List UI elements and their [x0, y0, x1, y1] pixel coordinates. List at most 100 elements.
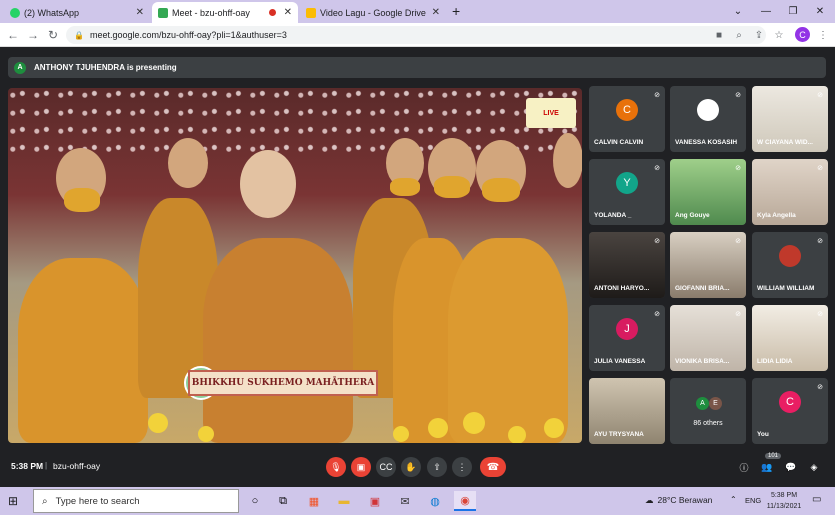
meet-icon	[158, 7, 168, 18]
menu-kebab-icon[interactable]: ⋮	[814, 26, 832, 44]
present-button[interactable]: ⇧	[427, 457, 447, 477]
participant-tile[interactable]: ⊘ GIOFANNI BRIA...	[670, 232, 746, 298]
participant-count-badge: 101	[765, 453, 782, 459]
windows-start-icon[interactable]: ⊞	[8, 494, 18, 508]
avatar: C	[779, 391, 801, 413]
mail-icon[interactable]: ✉	[394, 491, 416, 511]
participant-name: WILLIAM WILLIAM	[757, 285, 815, 292]
participant-tile[interactable]: ⊘ LIDIA LIDIA	[752, 305, 828, 371]
clock-time: 5:38 PM	[770, 492, 798, 499]
main-presentation-video[interactable]: LIVE BHIKKHU SUKHEMO MAHĀTHERA	[8, 88, 582, 443]
participant-tile[interactable]: ⊘ ANTONI HARYO...	[589, 232, 665, 298]
monk-head	[240, 150, 296, 218]
participant-tile[interactable]: ⊘ WILLIAM WILLIAM	[752, 232, 828, 298]
back-icon[interactable]: ←	[4, 26, 22, 44]
taskbar-clock[interactable]: 5:38 PM 11/13/2021	[765, 490, 803, 512]
language-indicator[interactable]: ENG	[745, 496, 761, 505]
weather-text: 28°C Berawan	[657, 495, 713, 505]
participant-tile[interactable]: ⊘ J JULIA VANESSA	[589, 305, 665, 371]
more-icon: ⋮	[457, 461, 467, 472]
drive-icon	[306, 7, 316, 18]
maximize-icon[interactable]: ❐	[779, 0, 807, 22]
taskbar-search-box[interactable]: ⌕ Type here to search	[33, 489, 239, 513]
chat-button[interactable]: 💬	[783, 459, 799, 475]
tab-search-icon[interactable]: ⌄	[724, 0, 752, 22]
participant-tile[interactable]: ⊘ VIONIKA BRISA...	[670, 305, 746, 371]
monk-head	[553, 133, 582, 188]
participant-tile[interactable]: ⊘ W CIAYANA WID...	[752, 86, 828, 152]
task-view-icon[interactable]: ⧉	[272, 491, 294, 511]
participant-tile[interactable]: ⊘ Kyla Angella	[752, 159, 828, 225]
new-tab-button[interactable]: +	[452, 3, 460, 19]
tab-meet[interactable]: Meet - bzu-ohff-oay ✕	[152, 2, 298, 23]
window-close-icon[interactable]: ✕	[806, 0, 834, 22]
weather-widget[interactable]: ☁ 28°C Berawan	[645, 495, 712, 506]
cortana-icon[interactable]: ○	[244, 491, 266, 511]
address-bar[interactable]: 🔒 meet.google.com/bzu-ohff-oay?pli=1&aut…	[66, 26, 766, 44]
mic-off-icon: ⊘	[654, 311, 660, 318]
captions-button[interactable]: CC	[376, 457, 396, 477]
flower	[148, 413, 168, 433]
share-icon[interactable]: ⇪	[750, 26, 768, 44]
forward-icon[interactable]: →	[24, 26, 42, 44]
edge-icon[interactable]: ◍	[424, 491, 446, 511]
others-count: 86 others	[693, 420, 723, 427]
avatar: Y	[616, 172, 638, 194]
file-explorer-icon[interactable]: ▬	[333, 491, 355, 511]
search-icon: ⌕	[42, 495, 48, 507]
raise-hand-button[interactable]: ✋	[401, 457, 421, 477]
zoom-icon[interactable]: ⌕	[730, 26, 748, 44]
tab-whatsapp[interactable]: (2) WhatsApp ✕	[4, 2, 150, 23]
mic-off-icon: ⊘	[654, 238, 660, 245]
info-icon: ⓘ	[739, 462, 749, 473]
whatsapp-icon	[10, 7, 20, 18]
avatar: J	[616, 318, 638, 340]
end-call-button[interactable]: ☎	[480, 457, 506, 477]
participant-name: W CIAYANA WID...	[757, 139, 813, 146]
mic-toggle-button[interactable]: 🎙	[326, 457, 346, 477]
monk-head	[168, 138, 208, 188]
clock-date: 11/13/2021	[766, 503, 802, 510]
camera-icon[interactable]: ■	[710, 26, 728, 44]
close-icon[interactable]: ✕	[136, 7, 144, 18]
participant-tile[interactable]: ⊘ VANESSA KOSASIH	[670, 86, 746, 152]
flower	[428, 418, 448, 438]
monk-speaker-figure	[203, 238, 353, 443]
participant-name: AYU TRYSYANA	[594, 431, 644, 438]
info-button[interactable]: ⓘ	[736, 459, 752, 475]
gift-app-icon[interactable]: ▣	[364, 491, 386, 511]
presenting-text: ANTHONY TJUHENDRA is presenting	[34, 63, 177, 72]
participant-tile[interactable]: AYU TRYSYANA	[589, 378, 665, 444]
activities-button[interactable]: ◈	[806, 459, 822, 475]
participant-tile[interactable]: ⊘ Y YOLANDA _	[589, 159, 665, 225]
reload-icon[interactable]: ↻	[44, 26, 62, 44]
hangup-icon: ☎	[486, 461, 500, 473]
recording-indicator-icon	[268, 9, 276, 16]
tray-chevron-icon[interactable]: ⌃	[730, 495, 737, 504]
chrome-icon[interactable]: ◉	[454, 491, 476, 511]
cloud-icon: ☁	[645, 495, 654, 505]
close-icon[interactable]: ✕	[432, 7, 440, 18]
meeting-code: bzu-ohff-oay	[53, 461, 101, 471]
participant-tile[interactable]: ⊘ Ang Gouye	[670, 159, 746, 225]
self-tile[interactable]: ⊘ C You	[752, 378, 828, 444]
face-mask	[482, 178, 520, 202]
profile-avatar[interactable]: C	[795, 27, 810, 42]
minimize-icon[interactable]: —	[752, 0, 780, 22]
participant-tile[interactable]: ⊘ C CALVIN CALVIN	[589, 86, 665, 152]
flower	[198, 426, 214, 442]
people-button[interactable]: 👥	[759, 459, 775, 475]
others-tile[interactable]: A E 86 others	[670, 378, 746, 444]
close-icon[interactable]: ✕	[284, 7, 292, 18]
store-icon[interactable]: ▦	[303, 491, 325, 511]
mic-off-icon: ⊘	[817, 384, 823, 391]
bookmark-star-icon[interactable]: ☆	[770, 26, 788, 44]
face-mask	[390, 178, 420, 196]
camera-toggle-button[interactable]: ▣	[351, 457, 371, 477]
avatar: E	[709, 397, 722, 410]
presenter-avatar: A	[14, 61, 26, 74]
tab-drive[interactable]: Video Lagu - Google Drive ✕	[300, 2, 446, 23]
more-options-button[interactable]: ⋮	[452, 457, 472, 477]
lock-icon: 🔒	[74, 30, 84, 40]
notification-icon[interactable]: ▭	[812, 494, 821, 505]
